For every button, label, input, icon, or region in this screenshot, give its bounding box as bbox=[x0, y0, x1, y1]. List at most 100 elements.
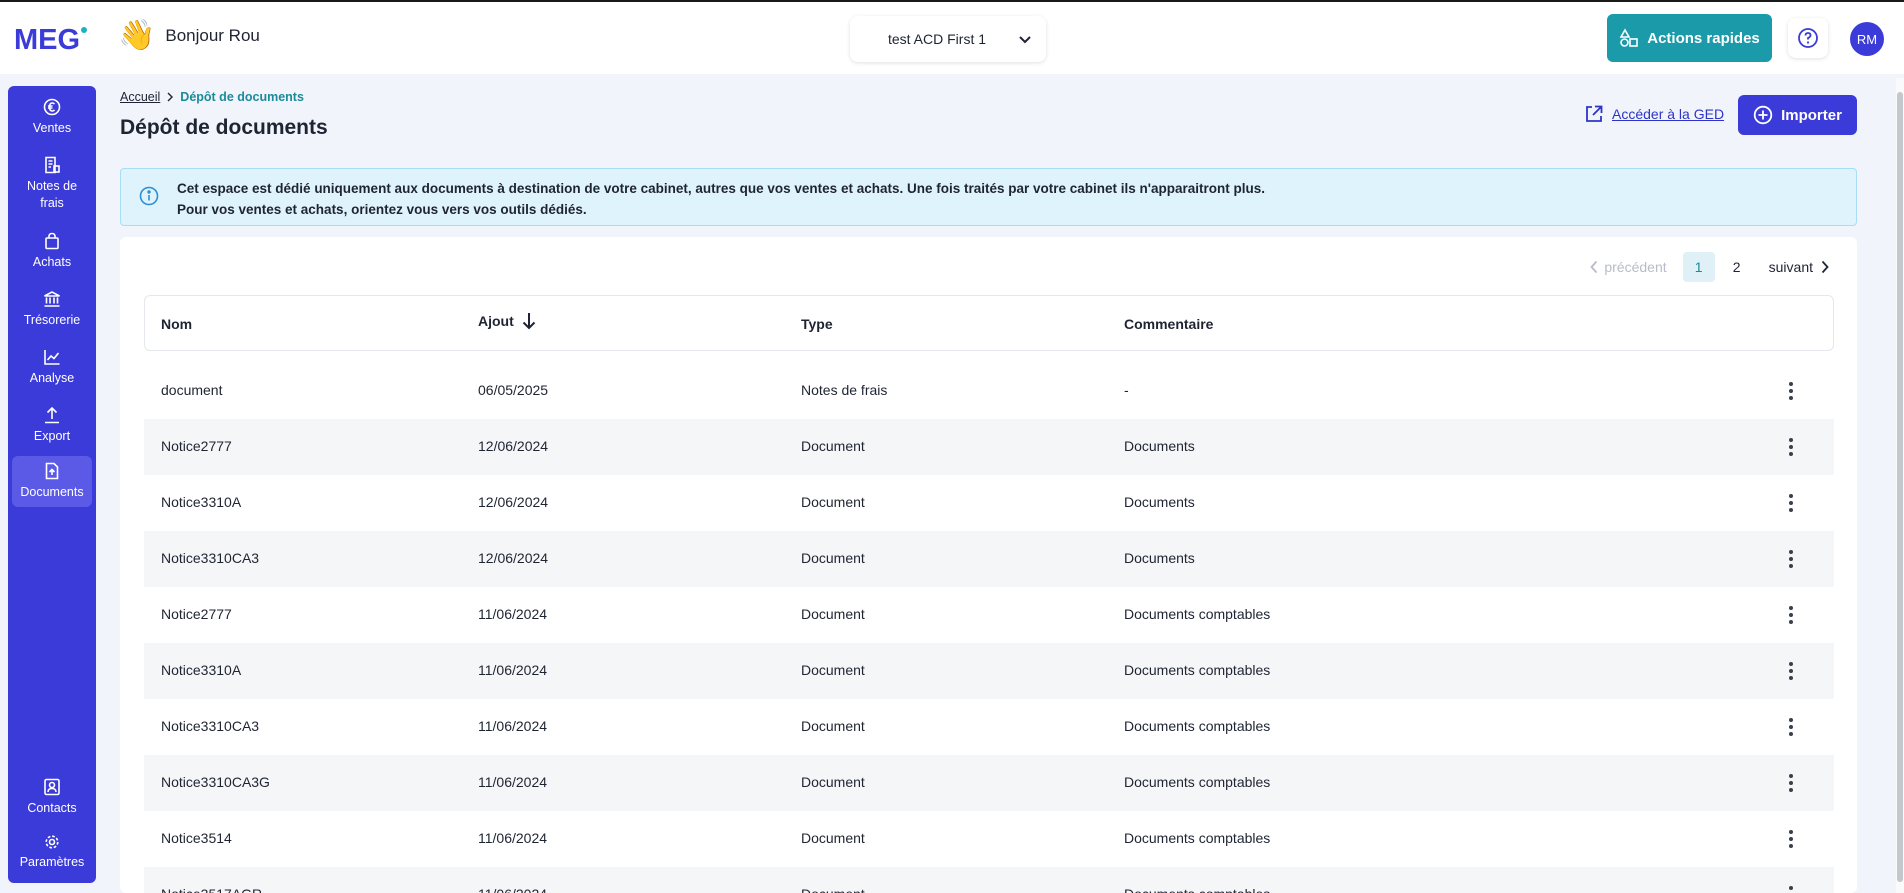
kebab-dot bbox=[1789, 676, 1793, 680]
dossier-selector[interactable]: test ACD First 1 bbox=[850, 16, 1046, 62]
table-row[interactable]: Notice3517AGR 11/06/2024 Document Documents… bbox=[144, 867, 1834, 893]
greeting-text: Bonjour Rou bbox=[165, 26, 260, 45]
cell-added: 11/06/2024 bbox=[478, 830, 548, 846]
sort-arrow-down-icon bbox=[522, 313, 535, 330]
row-menu-icon[interactable] bbox=[1784, 715, 1798, 739]
row-menu-icon[interactable] bbox=[1784, 603, 1798, 627]
ged-link[interactable]: Accéder à la GED bbox=[1584, 104, 1724, 124]
kebab-dot bbox=[1789, 837, 1793, 841]
table-row[interactable]: Notice2777 11/06/2024 Document Documents co… bbox=[144, 587, 1834, 643]
sidebar-label-contacts: Contacts bbox=[27, 801, 77, 815]
row-menu-icon[interactable] bbox=[1784, 827, 1798, 851]
row-menu-icon[interactable] bbox=[1784, 547, 1798, 571]
pagination-page-1[interactable]: 1 bbox=[1682, 252, 1715, 282]
row-menu-icon[interactable] bbox=[1784, 491, 1798, 515]
cell-type: Document bbox=[801, 830, 865, 846]
sidebar-label-analyse: Analyse bbox=[29, 371, 75, 385]
pagination-page-2[interactable]: 2 bbox=[1721, 252, 1753, 282]
table-row[interactable]: Notice2777 12/06/2024 Document Documents bbox=[144, 419, 1834, 475]
kebab-dot bbox=[1789, 774, 1793, 778]
kebab-dot bbox=[1789, 564, 1793, 568]
table-body: document 06/05/2025 Notes de frais - Notice2… bbox=[144, 363, 1834, 893]
table-row[interactable]: Notice3310CA3G 11/06/2024 Document Document… bbox=[144, 755, 1834, 811]
help-button[interactable] bbox=[1788, 18, 1828, 58]
column-header-type[interactable]: Type bbox=[801, 316, 833, 332]
column-header-name[interactable]: Nom bbox=[161, 316, 192, 332]
column-header-type-label: Type bbox=[801, 316, 833, 332]
cell-type: Document bbox=[801, 606, 865, 622]
pagination-previous[interactable]: précédent bbox=[1590, 259, 1667, 275]
plus-circle-icon bbox=[1753, 105, 1773, 125]
sidebar-item-parametres[interactable]: Paramètres bbox=[12, 834, 92, 871]
sidebar-item-contacts[interactable]: Contacts bbox=[12, 778, 92, 817]
quick-actions-button[interactable]: Actions rapides bbox=[1607, 14, 1772, 62]
row-menu-icon[interactable] bbox=[1784, 659, 1798, 683]
avatar-initials: RM bbox=[1856, 31, 1878, 47]
waving-hand-icon: 👋 bbox=[118, 19, 156, 52]
euro-icon bbox=[43, 98, 61, 116]
page-scrollbar[interactable] bbox=[1896, 78, 1904, 893]
cell-type: Document bbox=[801, 774, 865, 790]
user-avatar[interactable]: RM bbox=[1850, 22, 1884, 56]
kebab-dot bbox=[1789, 830, 1793, 834]
column-header-name-label: Nom bbox=[161, 316, 193, 332]
shapes-icon bbox=[1619, 28, 1639, 47]
kebab-dot bbox=[1789, 662, 1793, 666]
pagination: précédent 1 2 suivant bbox=[1590, 252, 1829, 282]
cell-added: 06/05/2025 bbox=[478, 382, 549, 398]
kebab-dot bbox=[1789, 557, 1793, 561]
column-header-comment[interactable]: Commentaire bbox=[1124, 316, 1213, 332]
sidebar-item-analyse[interactable]: Analyse bbox=[12, 348, 92, 387]
column-header-comment-label: Commentaire bbox=[1124, 316, 1214, 332]
table-row[interactable]: Notice3310A 12/06/2024 Document Documents bbox=[144, 475, 1834, 531]
breadcrumb: Accueil Dépôt de documents bbox=[120, 90, 304, 104]
kebab-dot bbox=[1789, 613, 1793, 617]
row-menu-icon[interactable] bbox=[1784, 883, 1798, 893]
cell-added: 12/06/2024 bbox=[478, 550, 549, 566]
sidebar-item-ventes[interactable]: Ventes bbox=[12, 98, 92, 137]
sidebar-item-documents[interactable]: Documents bbox=[12, 456, 92, 507]
table-row[interactable]: Notice3310CA3 12/06/2024 Document Documents bbox=[144, 531, 1834, 587]
info-banner: Cet espace est dédié uniquement aux docu… bbox=[120, 168, 1857, 226]
sidebar-item-tresorerie[interactable]: Trésorerie bbox=[12, 290, 92, 329]
cell-added: 11/06/2024 bbox=[478, 774, 548, 790]
kebab-dot bbox=[1789, 725, 1793, 729]
cell-added: 12/06/2024 bbox=[478, 438, 549, 454]
sidebar-label-ventes: Ventes bbox=[32, 121, 72, 135]
sidebar-item-achats[interactable]: Achats bbox=[12, 232, 92, 271]
scrollbar-thumb[interactable] bbox=[1897, 92, 1903, 882]
table-row[interactable]: document 06/05/2025 Notes de frais - bbox=[144, 363, 1834, 419]
row-menu-icon[interactable] bbox=[1784, 379, 1798, 403]
kebab-dot bbox=[1789, 781, 1793, 785]
external-link-icon bbox=[1586, 105, 1603, 122]
info-line-1: Cet espace est dédié uniquement aux docu… bbox=[177, 181, 1266, 196]
row-menu-icon[interactable] bbox=[1784, 435, 1798, 459]
table-row[interactable]: Notice3514 11/06/2024 Document Documents co… bbox=[144, 811, 1834, 867]
cell-comment: Documents comptables bbox=[1124, 886, 1270, 893]
chevron-right-icon bbox=[1821, 260, 1829, 274]
table-row[interactable]: Notice3310A 11/06/2024 Document Documents c… bbox=[144, 643, 1834, 699]
sidebar-item-notes-de-frais[interactable]: Notes de frais bbox=[12, 156, 92, 212]
cell-name: document bbox=[161, 382, 223, 398]
ged-link-label: Accéder à la GED bbox=[1612, 106, 1725, 122]
kebab-dot bbox=[1789, 550, 1793, 554]
import-button[interactable]: Importer bbox=[1738, 95, 1857, 135]
pagination-next[interactable]: suivant bbox=[1769, 259, 1829, 275]
kebab-dot bbox=[1789, 494, 1793, 498]
kebab-dot bbox=[1789, 508, 1793, 512]
cell-name: Notice3310CA3 bbox=[161, 718, 260, 734]
sidebar-item-export[interactable]: Export bbox=[12, 406, 92, 445]
cell-added: 11/06/2024 bbox=[478, 606, 548, 622]
table-row[interactable]: Notice3310CA3 11/06/2024 Document Documents… bbox=[144, 699, 1834, 755]
meg-logo[interactable]: MEG bbox=[14, 22, 94, 56]
breadcrumb-home-link[interactable]: Accueil bbox=[120, 90, 160, 104]
cell-added: 11/06/2024 bbox=[478, 662, 548, 678]
cell-comment: Documents bbox=[1124, 550, 1195, 566]
dossier-name: test ACD First 1 bbox=[888, 31, 987, 47]
cell-type: Document bbox=[801, 886, 865, 893]
column-header-added[interactable]: Ajout bbox=[478, 312, 536, 330]
kebab-dot bbox=[1789, 669, 1793, 673]
cell-added: 12/06/2024 bbox=[478, 494, 549, 510]
cell-comment: Documents bbox=[1124, 494, 1195, 510]
row-menu-icon[interactable] bbox=[1784, 771, 1798, 795]
